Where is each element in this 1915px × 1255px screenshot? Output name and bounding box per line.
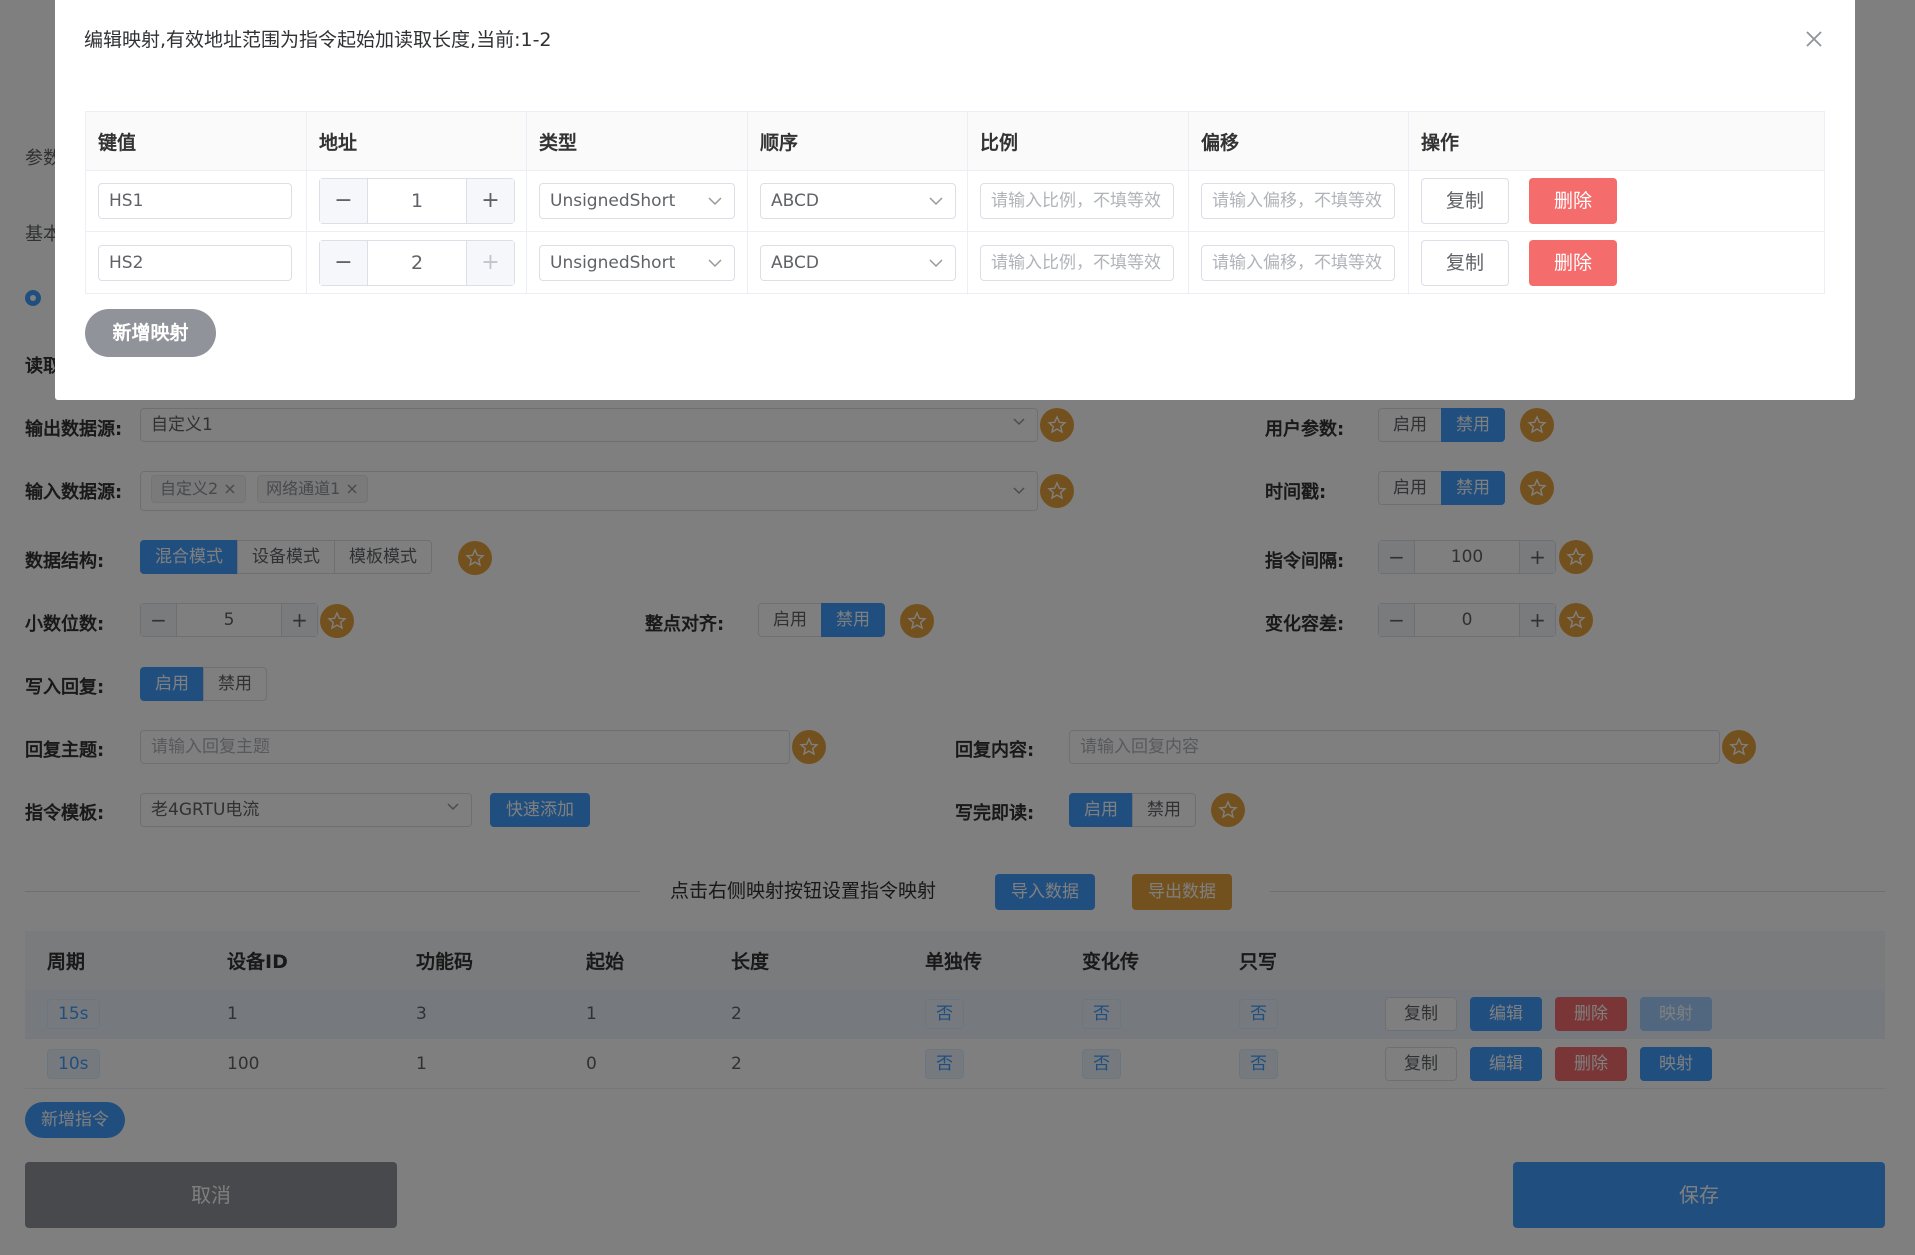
mapping-table: 键值 地址 类型 顺序 比例 偏移 操作 HS1 − 1 + UnsignedS… (85, 111, 1825, 294)
edit-mapping-dialog: 编辑映射,有效地址范围为指令起始加读取长度,当前:1-2 键值 地址 类型 顺序… (55, 0, 1855, 400)
th-type: 类型 (527, 112, 748, 170)
chevron-down-icon (708, 258, 722, 267)
mapping-row: HS1 − 1 + UnsignedShort ABCD 请输入比例，不填等效 … (86, 171, 1824, 232)
minus-icon[interactable]: − (320, 179, 368, 223)
th-offset: 偏移 (1189, 112, 1409, 170)
plus-icon[interactable]: + (466, 179, 514, 223)
minus-icon[interactable]: − (320, 240, 368, 285)
th-address: 地址 (307, 112, 527, 170)
address-value[interactable]: 1 (368, 179, 466, 223)
th-order: 顺序 (748, 112, 968, 170)
key-input[interactable]: HS1 (98, 183, 292, 219)
plus-icon[interactable]: + (466, 240, 514, 285)
th-key: 键值 (86, 112, 307, 170)
dialog-title: 编辑映射,有效地址范围为指令起始加读取长度,当前:1-2 (84, 29, 552, 51)
close-icon[interactable] (1803, 28, 1825, 50)
copy-button[interactable]: 复制 (1421, 178, 1509, 224)
chevron-down-icon (929, 197, 943, 206)
delete-button[interactable]: 删除 (1529, 239, 1617, 286)
offset-input[interactable]: 请输入偏移，不填等效 (1201, 183, 1395, 219)
chevron-down-icon (708, 197, 722, 206)
key-input[interactable]: HS2 (98, 244, 292, 281)
address-stepper[interactable]: − 1 + (319, 178, 515, 224)
copy-button[interactable]: 复制 (1421, 239, 1509, 286)
type-value: UnsignedShort (550, 191, 676, 211)
order-select[interactable]: ABCD (760, 244, 956, 281)
offset-input[interactable]: 请输入偏移，不填等效 (1201, 244, 1395, 281)
type-value: UnsignedShort (550, 252, 676, 273)
scale-input[interactable]: 请输入比例，不填等效 (980, 183, 1174, 219)
type-select[interactable]: UnsignedShort (539, 183, 735, 219)
address-value[interactable]: 2 (368, 241, 466, 285)
mapping-row: HS2 − 2 + UnsignedShort ABCD 请输入比例，不填等效 … (86, 232, 1824, 293)
th-scale: 比例 (968, 112, 1189, 170)
type-select[interactable]: UnsignedShort (539, 244, 735, 281)
mapping-table-header: 键值 地址 类型 顺序 比例 偏移 操作 (86, 112, 1824, 171)
th-actions: 操作 (1421, 131, 1460, 154)
order-value: ABCD (771, 252, 819, 273)
order-select[interactable]: ABCD (760, 183, 956, 219)
scale-input[interactable]: 请输入比例，不填等效 (980, 244, 1174, 281)
add-mapping-button[interactable]: 新增映射 (85, 309, 216, 357)
chevron-down-icon (929, 258, 943, 267)
address-stepper[interactable]: − 2 + (319, 239, 515, 286)
delete-button[interactable]: 删除 (1529, 178, 1617, 224)
order-value: ABCD (771, 191, 819, 211)
